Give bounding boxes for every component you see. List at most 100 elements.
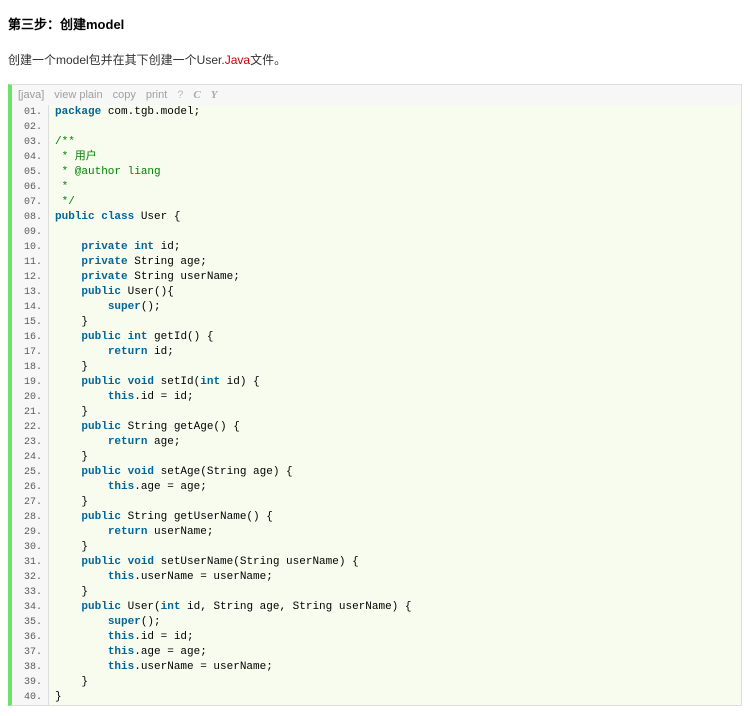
- code-content: public User(int id, String age, String u…: [49, 600, 741, 615]
- line-number: 14.: [12, 300, 49, 315]
- code-content: }: [49, 450, 741, 465]
- code-content: [49, 120, 741, 135]
- toolbar-icon-2[interactable]: Y: [211, 89, 218, 101]
- code-content: return userName;: [49, 525, 741, 540]
- code-line: 05. * @author liang: [12, 165, 741, 180]
- help-link[interactable]: ?: [177, 89, 183, 101]
- line-number: 16.: [12, 330, 49, 345]
- line-number: 01.: [12, 105, 49, 120]
- code-line: 19. public void setId(int id) {: [12, 375, 741, 390]
- desc-text-suffix: 文件。: [250, 53, 286, 67]
- line-number: 40.: [12, 690, 49, 705]
- code-line: 11. private String age;: [12, 255, 741, 270]
- code-line: 15. }: [12, 315, 741, 330]
- code-content: public User(){: [49, 285, 741, 300]
- code-line: 32. this.userName = userName;: [12, 570, 741, 585]
- toolbar-icon-1[interactable]: C: [193, 89, 200, 101]
- code-block: [java] view plain copy print ? C Y 01.pa…: [8, 84, 742, 706]
- code-line: 12. private String userName;: [12, 270, 741, 285]
- code-content: return id;: [49, 345, 741, 360]
- code-line: 33. }: [12, 585, 741, 600]
- code-content: this.userName = userName;: [49, 660, 741, 675]
- code-line: 38. this.userName = userName;: [12, 660, 741, 675]
- line-number: 28.: [12, 510, 49, 525]
- code-content: [49, 225, 741, 240]
- line-number: 15.: [12, 315, 49, 330]
- desc-text-highlight: Java: [225, 53, 250, 67]
- code-line: 40.}: [12, 690, 741, 705]
- code-line: 31. public void setUserName(String userN…: [12, 555, 741, 570]
- code-line: 30. }: [12, 540, 741, 555]
- code-content: }: [49, 690, 741, 705]
- code-line: 21. }: [12, 405, 741, 420]
- copy-link[interactable]: copy: [113, 89, 136, 101]
- code-content: * @author liang: [49, 165, 741, 180]
- code-content: * 用户: [49, 150, 741, 165]
- code-content: public String getAge() {: [49, 420, 741, 435]
- line-number: 07.: [12, 195, 49, 210]
- line-number: 29.: [12, 525, 49, 540]
- code-content: public void setUserName(String userName)…: [49, 555, 741, 570]
- code-line: 29. return userName;: [12, 525, 741, 540]
- code-line: 24. }: [12, 450, 741, 465]
- line-number: 20.: [12, 390, 49, 405]
- code-area: 01.package com.tgb.model;02. 03./**04. *…: [12, 105, 741, 705]
- code-content: this.age = age;: [49, 645, 741, 660]
- line-number: 32.: [12, 570, 49, 585]
- line-number: 39.: [12, 675, 49, 690]
- line-number: 19.: [12, 375, 49, 390]
- code-content: private String age;: [49, 255, 741, 270]
- line-number: 24.: [12, 450, 49, 465]
- line-number: 03.: [12, 135, 49, 150]
- line-number: 18.: [12, 360, 49, 375]
- code-content: }: [49, 315, 741, 330]
- code-content: public void setId(int id) {: [49, 375, 741, 390]
- print-link[interactable]: print: [146, 89, 167, 101]
- line-number: 04.: [12, 150, 49, 165]
- code-content: public class User {: [49, 210, 741, 225]
- line-number: 11.: [12, 255, 49, 270]
- code-line: 08.public class User {: [12, 210, 741, 225]
- code-content: public int getId() {: [49, 330, 741, 345]
- line-number: 13.: [12, 285, 49, 300]
- code-line: 22. public String getAge() {: [12, 420, 741, 435]
- code-content: this.id = id;: [49, 630, 741, 645]
- code-line: 14. super();: [12, 300, 741, 315]
- code-content: }: [49, 675, 741, 690]
- code-line: 10. private int id;: [12, 240, 741, 255]
- code-language-label: [java]: [18, 89, 44, 101]
- code-content: /**: [49, 135, 741, 150]
- section-description: 创建一个model包并在其下创建一个User.Java文件。: [8, 51, 742, 68]
- line-number: 02.: [12, 120, 49, 135]
- line-number: 34.: [12, 600, 49, 615]
- code-line: 03./**: [12, 135, 741, 150]
- line-number: 17.: [12, 345, 49, 360]
- code-line: 02.: [12, 120, 741, 135]
- code-content: */: [49, 195, 741, 210]
- line-number: 30.: [12, 540, 49, 555]
- code-line: 34. public User(int id, String age, Stri…: [12, 600, 741, 615]
- code-content: }: [49, 495, 741, 510]
- code-line: 18. }: [12, 360, 741, 375]
- code-line: 27. }: [12, 495, 741, 510]
- line-number: 38.: [12, 660, 49, 675]
- line-number: 25.: [12, 465, 49, 480]
- line-number: 22.: [12, 420, 49, 435]
- view-plain-link[interactable]: view plain: [54, 89, 102, 101]
- line-number: 26.: [12, 480, 49, 495]
- code-line: 23. return age;: [12, 435, 741, 450]
- code-content: package com.tgb.model;: [49, 105, 741, 120]
- code-content: super();: [49, 615, 741, 630]
- line-number: 08.: [12, 210, 49, 225]
- code-content: }: [49, 405, 741, 420]
- code-line: 09.: [12, 225, 741, 240]
- line-number: 23.: [12, 435, 49, 450]
- code-content: }: [49, 585, 741, 600]
- line-number: 10.: [12, 240, 49, 255]
- desc-text-prefix: 创建一个model包并在其下创建一个User.: [8, 53, 225, 67]
- code-line: 37. this.age = age;: [12, 645, 741, 660]
- section-heading: 第三步：创建model: [8, 14, 742, 33]
- line-number: 31.: [12, 555, 49, 570]
- code-line: 20. this.id = id;: [12, 390, 741, 405]
- code-line: 04. * 用户: [12, 150, 741, 165]
